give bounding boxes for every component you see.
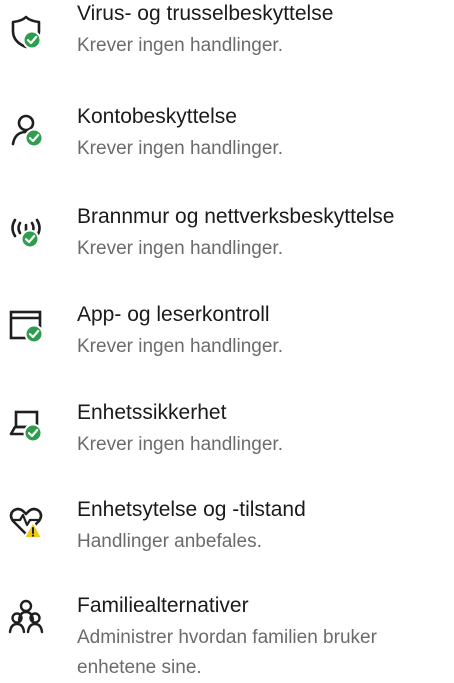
item-title: Enhetssikkerhet: [77, 401, 227, 424]
item-title: Kontobeskyttelse: [77, 105, 237, 128]
item-status: Krever ingen handlinger.: [77, 238, 283, 259]
warning-badge-icon: [8, 504, 44, 540]
item-status: Krever ingen handlinger.: [77, 35, 283, 56]
nav-item-family-options[interactable]: Familiealternativer Administrer hvordan …: [0, 592, 454, 680]
nav-item-firewall-network[interactable]: Brannmur og nettverksbeskyttelse Krever …: [0, 203, 454, 283]
item-status: Handlinger anbefales.: [77, 531, 262, 552]
family-icon: [8, 598, 44, 634]
item-title: Enhetsytelse og -tilstand: [77, 498, 306, 521]
checkmark-badge-icon: [8, 111, 44, 147]
nav-item-device-performance[interactable]: Enhetsytelse og -tilstand Handlinger anb…: [0, 496, 454, 576]
nav-item-app-browser-control[interactable]: App- og leserkontroll Krever ingen handl…: [0, 301, 454, 381]
checkmark-badge-icon: [8, 14, 44, 50]
nav-item-account-protection[interactable]: Kontobeskyttelse Krever ingen handlinger…: [0, 103, 454, 183]
item-status: Krever ingen handlinger.: [77, 138, 283, 159]
item-title: Brannmur og nettverksbeskyttelse: [77, 205, 395, 228]
checkmark-badge-icon: [8, 213, 44, 249]
nav-item-device-security[interactable]: Enhetssikkerhet Krever ingen handlinger.: [0, 399, 454, 479]
item-status: Krever ingen handlinger.: [77, 336, 283, 357]
nav-item-virus-protection[interactable]: Virus- og trusselbeskyttelse Krever inge…: [0, 0, 454, 80]
item-title: App- og leserkontroll: [77, 303, 270, 326]
checkmark-badge-icon: [8, 307, 44, 343]
checkmark-badge-icon: [8, 405, 44, 441]
item-status: Krever ingen handlinger.: [77, 434, 283, 455]
item-status: Administrer hvordan familien bruker enhe…: [77, 627, 377, 678]
item-title: Virus- og trusselbeskyttelse: [77, 2, 334, 25]
item-title: Familiealternativer: [77, 594, 249, 617]
